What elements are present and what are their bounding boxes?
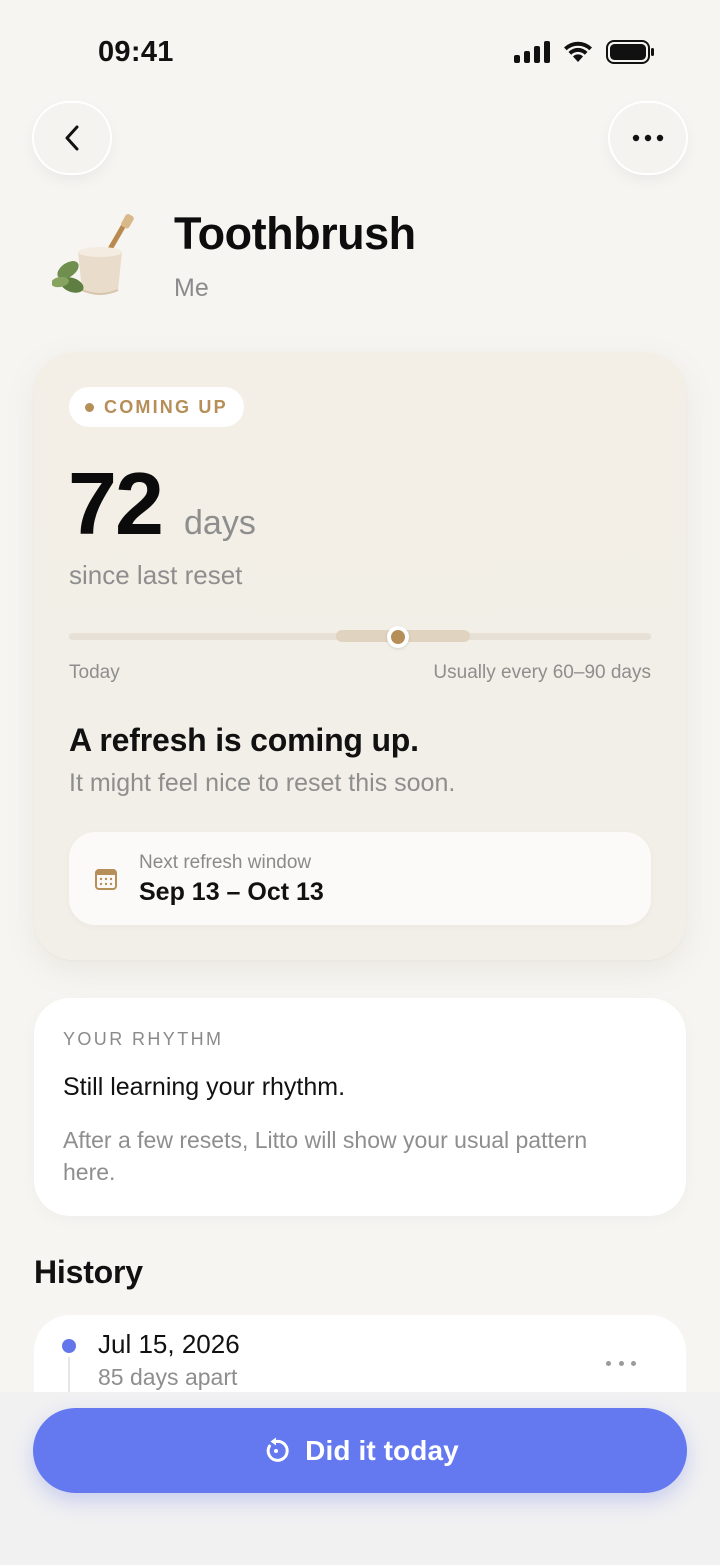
progress-marker [387,626,409,648]
wifi-icon [564,41,592,62]
item-owner: Me [174,274,209,302]
ellipsis-dot [606,1360,611,1366]
days-count: 72 [68,454,164,553]
history-entry-more-button[interactable] [606,1353,636,1373]
back-button[interactable] [34,103,110,173]
timeline-line [68,1357,70,1397]
rhythm-body: After a few resets, Litto will show your… [63,1127,588,1185]
status-badge: COMING UP [69,387,244,427]
did-it-today-button[interactable]: Did it today [33,1408,687,1493]
item-title: Toothbrush [174,208,416,259]
ellipsis-dot [618,1360,624,1366]
progress-left-label: Today [69,662,120,683]
history-gap: 85 days apart [98,1364,238,1390]
status-subline: It might feel nice to reset this soon. [69,769,456,797]
chevron-left-icon [65,125,79,151]
toothbrush-cup-icon [52,214,134,295]
timeline-dot [62,1339,76,1353]
cellular-signal-icon [514,41,550,63]
calendar-icon [95,869,117,890]
status-time: 09:41 [98,36,174,68]
window-value: Sep 13 – Oct 13 [139,878,324,906]
rhythm-section-label: YOUR RHYTHM [63,1029,224,1049]
status-dot [85,402,94,412]
battery-icon [606,40,654,64]
rhythm-card: YOUR RHYTHM Still learning your rhythm. … [34,998,686,1216]
status-icons [514,40,654,64]
rhythm-title: Still learning your rhythm. [63,1073,346,1101]
history-date: Jul 15, 2026 [98,1329,240,1359]
since-label: since last reset [69,560,243,590]
more-options-button[interactable] [610,103,686,173]
status-badge-label: COMING UP [104,396,228,417]
ellipsis-icon [632,134,664,142]
next-refresh-window: Next refresh window Sep 13 – Oct 13 [69,832,651,925]
screen: 09:41 Toothbrush Me COMING UP 72 days si… [0,0,720,1565]
status-card: COMING UP 72 days since last reset Today… [34,352,686,960]
days-unit: days [184,504,256,542]
status-headline: A refresh is coming up. [69,722,419,758]
history-title: History [34,1254,143,1290]
progress-right-label: Usually every 60–90 days [433,662,651,683]
window-label: Next refresh window [139,852,312,873]
did-it-today-label: Did it today [305,1434,459,1466]
reset-arrow-icon [266,1437,289,1462]
ellipsis-dot [631,1360,636,1366]
